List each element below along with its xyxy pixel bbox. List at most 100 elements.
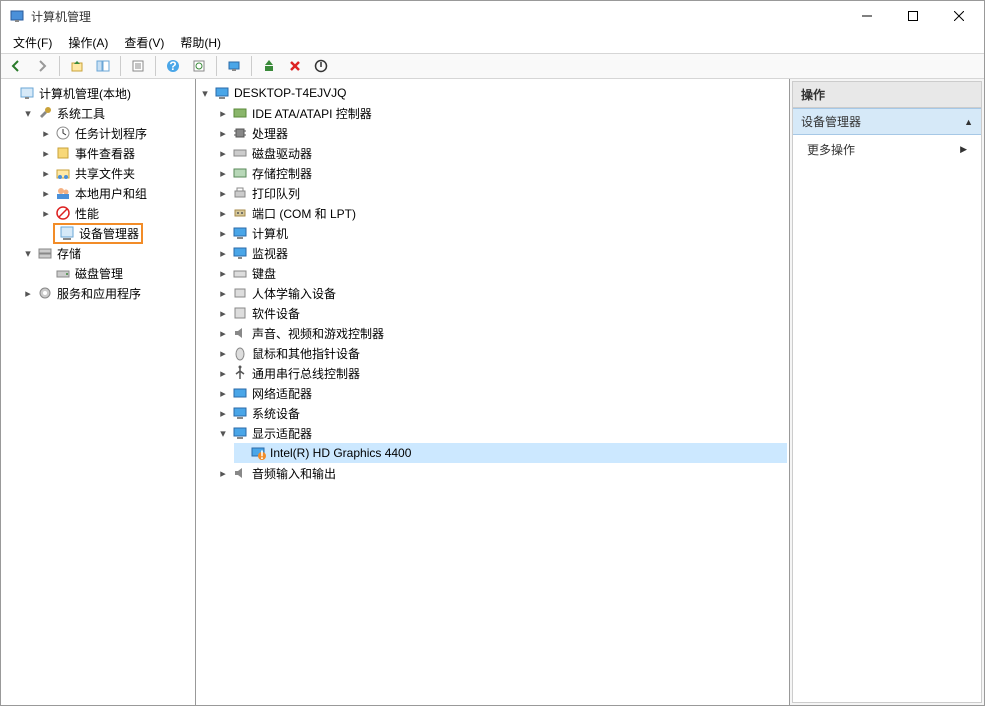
tree-device-manager[interactable]: 设备管理器 (39, 223, 193, 243)
cat-disk-drives[interactable]: ▸ 磁盘驱动器 (216, 143, 787, 163)
device-root[interactable]: ▾ DESKTOP-T4EJVJQ (198, 83, 787, 103)
back-button[interactable] (5, 55, 27, 77)
tree-label: IDE ATA/ATAPI 控制器 (252, 105, 372, 122)
collapse-icon[interactable]: ▾ (21, 107, 35, 120)
storage-ctrl-icon (232, 165, 248, 181)
disable-button[interactable] (310, 55, 332, 77)
expand-icon[interactable]: ▸ (39, 207, 53, 220)
svg-text:?: ? (169, 59, 176, 73)
menu-help[interactable]: 帮助(H) (174, 32, 227, 53)
expand-icon[interactable]: ▸ (39, 147, 53, 160)
action-more[interactable]: 更多操作 ▶ (793, 135, 981, 164)
cat-storage-ctrl[interactable]: ▸存储控制器 (216, 163, 787, 183)
cat-ports[interactable]: ▸端口 (COM 和 LPT) (216, 203, 787, 223)
cat-network[interactable]: ▸ 网络适配器 (216, 383, 787, 403)
maximize-button[interactable] (890, 1, 936, 31)
cat-usb[interactable]: ▸通用串行总线控制器 (216, 363, 787, 383)
cat-computer[interactable]: ▸ 计算机 (216, 223, 787, 243)
cat-monitor[interactable]: ▸监视器 (216, 243, 787, 263)
cat-cpu[interactable]: ▸处理器 (216, 123, 787, 143)
services-icon (37, 285, 53, 301)
expand-icon[interactable]: ▸ (216, 247, 230, 260)
expand-icon[interactable]: ▸ (216, 127, 230, 140)
hid-icon (232, 285, 248, 301)
expand-icon[interactable]: ▸ (216, 207, 230, 220)
expand-icon[interactable]: ▸ (216, 407, 230, 420)
tree-root-computer-management[interactable]: 计算机管理(本地) (3, 83, 193, 103)
expand-icon[interactable]: ▸ (39, 187, 53, 200)
expand-icon[interactable]: ▸ (216, 287, 230, 300)
device-manager-icon (59, 225, 75, 241)
cat-print-queue[interactable]: ▸ 打印队列 (216, 183, 787, 203)
actions-pane: 操作 设备管理器 ▲ 更多操作 ▶ (790, 79, 984, 705)
tree-event-viewer[interactable]: ▸事件查看器 (39, 143, 193, 163)
tree-label: 打印队列 (252, 185, 300, 202)
expand-icon[interactable]: ▸ (216, 347, 230, 360)
tree-shared-folders[interactable]: ▸共享文件夹 (39, 163, 193, 183)
tree-services-apps[interactable]: ▸服务和应用程序 (21, 283, 193, 303)
minimize-button[interactable] (844, 1, 890, 31)
show-hide-tree-button[interactable] (92, 55, 114, 77)
expand-icon[interactable]: ▸ (216, 147, 230, 160)
cat-keyboard[interactable]: ▸ 键盘 (216, 263, 787, 283)
collapse-icon[interactable]: ▾ (216, 427, 230, 440)
tree-performance[interactable]: ▸性能 (39, 203, 193, 223)
help-button[interactable]: ? (162, 55, 184, 77)
cat-ide[interactable]: ▸ IDE ATA/ATAPI 控制器 (216, 103, 787, 123)
tree-label: 存储 (57, 245, 81, 262)
menu-view[interactable]: 查看(V) (118, 32, 170, 53)
tree-label: 磁盘驱动器 (252, 145, 312, 162)
collapse-icon[interactable]: ▲ (964, 117, 973, 127)
device-intel-hd-4400[interactable]: !Intel(R) HD Graphics 4400 (234, 443, 787, 463)
expand-icon[interactable]: ▸ (39, 167, 53, 180)
expand-icon[interactable]: ▸ (216, 387, 230, 400)
collapse-icon[interactable]: ▾ (198, 87, 212, 100)
cat-display[interactable]: ▾显示适配器 (216, 423, 787, 443)
display-device-icon: ! (250, 445, 266, 461)
cat-mouse[interactable]: ▸鼠标和其他指针设备 (216, 343, 787, 363)
cat-sound[interactable]: ▸声音、视频和游戏控制器 (216, 323, 787, 343)
cat-software-dev[interactable]: ▸软件设备 (216, 303, 787, 323)
cat-audio-io[interactable]: ▸音频输入和输出 (216, 463, 787, 483)
expand-icon[interactable]: ▸ (216, 187, 230, 200)
tree-label: 磁盘管理 (75, 265, 123, 282)
actions-title: 操作 (793, 82, 981, 108)
menu-action[interactable]: 操作(A) (62, 32, 114, 53)
tree-label: 键盘 (252, 265, 276, 282)
expand-icon[interactable]: ▸ (216, 307, 230, 320)
tree-local-users[interactable]: ▸本地用户和组 (39, 183, 193, 203)
uninstall-button[interactable] (284, 55, 306, 77)
update-driver-button[interactable] (258, 55, 280, 77)
actions-subtitle[interactable]: 设备管理器 ▲ (793, 108, 981, 135)
tree-label: 计算机 (252, 225, 288, 242)
expand-icon[interactable]: ▸ (216, 367, 230, 380)
scan-hardware-button[interactable] (223, 55, 245, 77)
tree-storage[interactable]: ▾ 存储 (21, 243, 193, 263)
cat-hid[interactable]: ▸人体学输入设备 (216, 283, 787, 303)
forward-button[interactable] (31, 55, 53, 77)
expand-icon[interactable]: ▸ (216, 327, 230, 340)
menu-file[interactable]: 文件(F) (7, 32, 58, 53)
expand-icon[interactable]: ▸ (216, 267, 230, 280)
tree-task-scheduler[interactable]: ▸任务计划程序 (39, 123, 193, 143)
expand-icon[interactable]: ▸ (21, 287, 35, 300)
left-tree-pane[interactable]: 计算机管理(本地) ▾ 系统工具 ▸任务计划程序 ▸事件查看器 ▸共享文件夹 (1, 79, 196, 705)
expand-icon[interactable]: ▸ (39, 127, 53, 140)
properties-button[interactable] (127, 55, 149, 77)
cat-system-dev[interactable]: ▸系统设备 (216, 403, 787, 423)
up-button[interactable] (66, 55, 88, 77)
content-area: 计算机管理(本地) ▾ 系统工具 ▸任务计划程序 ▸事件查看器 ▸共享文件夹 (1, 79, 984, 705)
expand-icon[interactable]: ▸ (216, 467, 230, 480)
collapse-icon[interactable]: ▾ (21, 247, 35, 260)
device-tree-pane[interactable]: ▾ DESKTOP-T4EJVJQ ▸ IDE ATA/ATAPI 控制器 ▸处理… (196, 79, 790, 705)
expand-icon[interactable]: ▸ (216, 107, 230, 120)
close-button[interactable] (936, 1, 982, 31)
event-icon (55, 145, 71, 161)
expand-icon[interactable]: ▸ (216, 227, 230, 240)
refresh-button[interactable] (188, 55, 210, 77)
tree-disk-management[interactable]: 磁盘管理 (39, 263, 193, 283)
port-icon (232, 205, 248, 221)
expand-icon[interactable]: ▸ (216, 167, 230, 180)
tree-label: 网络适配器 (252, 385, 312, 402)
tree-system-tools[interactable]: ▾ 系统工具 (21, 103, 193, 123)
